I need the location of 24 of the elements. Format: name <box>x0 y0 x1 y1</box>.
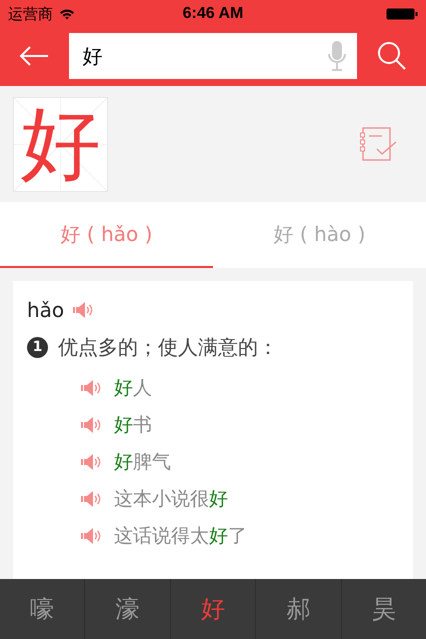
search-field[interactable]: 好 <box>68 33 358 79</box>
speaker-icon[interactable] <box>80 490 102 508</box>
status-time: 6:46 AM <box>182 5 244 23</box>
speaker-icon[interactable] <box>72 301 94 319</box>
character-glyph: 好 <box>20 104 100 184</box>
speaker-icon[interactable] <box>80 416 102 434</box>
example-phrase: 这话说得太好了 <box>114 524 247 548</box>
example-phrase: 好人 <box>114 376 152 400</box>
example-phrase: 这本小说很好 <box>114 486 228 512</box>
speaker-icon[interactable] <box>80 452 102 470</box>
notebook-check-icon[interactable] <box>360 127 398 161</box>
wifi-icon <box>59 8 75 20</box>
speaker-icon[interactable] <box>80 526 102 544</box>
speaker-icon[interactable] <box>80 378 102 396</box>
pinyin-text: hǎo <box>27 298 64 322</box>
battery-icon <box>386 8 418 20</box>
number-badge: 1 <box>27 336 48 358</box>
example-phrase: 好书 <box>114 412 152 438</box>
search-icon[interactable] <box>376 41 407 71</box>
carrier-name: 运营商 <box>8 4 53 24</box>
example-phrase: 好脾气 <box>114 450 171 474</box>
definition-text: 优点多的；使人满意的： <box>58 334 278 360</box>
back-arrow-icon[interactable] <box>19 46 50 66</box>
microphone-icon[interactable] <box>327 40 348 72</box>
